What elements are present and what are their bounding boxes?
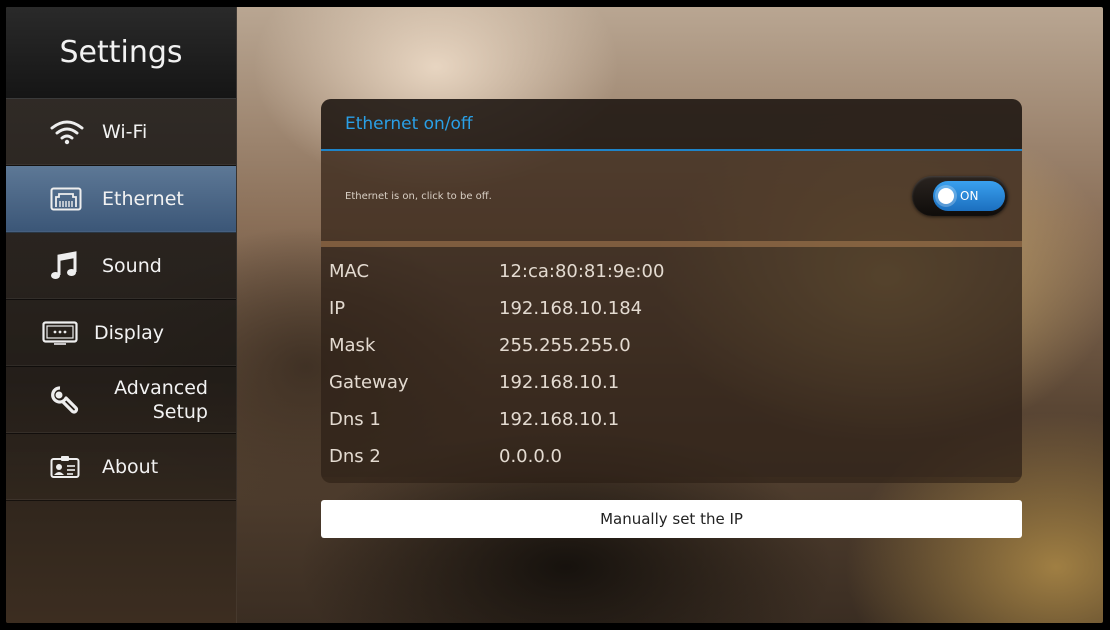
id-card-icon: [50, 453, 94, 481]
sidebar-item-label: Ethernet: [102, 188, 184, 210]
info-key: Dns 1: [329, 409, 381, 430]
sidebar-item-label-line1: Advanced: [114, 377, 208, 399]
info-value: 255.255.255.0: [499, 335, 631, 356]
panel-title: Ethernet on/off: [345, 114, 473, 134]
info-row-mac: MAC 12:ca:80:81:9e:00: [329, 253, 1022, 290]
sidebar-title: Settings: [59, 35, 183, 70]
sidebar-item-ethernet[interactable]: Ethernet: [6, 166, 236, 233]
sidebar-item-about[interactable]: About: [6, 434, 236, 501]
sidebar: Settings Wi-Fi Ethernet Sound Display Ad…: [6, 7, 237, 623]
sidebar-item-label-line2: Setup: [152, 401, 208, 423]
sidebar-item-wifi[interactable]: Wi-Fi: [6, 99, 236, 166]
sidebar-header: Settings: [6, 7, 236, 99]
info-key: MAC: [329, 261, 370, 282]
info-row-dns1: Dns 1 192.168.10.1: [329, 401, 1022, 438]
info-value: 0.0.0.0: [499, 446, 562, 467]
wifi-icon: [50, 118, 94, 146]
toggle-knob: ON: [933, 181, 1005, 211]
info-row-gateway: Gateway 192.168.10.1: [329, 364, 1022, 401]
sidebar-item-label: Sound: [102, 255, 162, 277]
info-key: Mask: [329, 335, 376, 356]
network-info-table: MAC 12:ca:80:81:9e:00 IP 192.168.10.184 …: [321, 247, 1022, 477]
toggle-state-label: ON: [960, 189, 979, 203]
sidebar-item-label: Wi-Fi: [102, 121, 148, 143]
info-row-mask: Mask 255.255.255.0: [329, 327, 1022, 364]
ethernet-icon: [50, 185, 94, 213]
sidebar-item-sound[interactable]: Sound: [6, 233, 236, 300]
wrench-icon: [50, 386, 94, 414]
toggle-dot: [938, 188, 954, 204]
screen: Settings Wi-Fi Ethernet Sound Display Ad…: [6, 7, 1103, 623]
info-row-ip: IP 192.168.10.184: [329, 290, 1022, 327]
ethernet-panel: Ethernet on/off Ethernet is on, click to…: [321, 99, 1022, 483]
sidebar-item-display[interactable]: Display: [6, 300, 236, 367]
ethernet-toggle-switch[interactable]: ON: [912, 176, 1008, 216]
panel-header: Ethernet on/off: [321, 99, 1022, 151]
manual-ip-button[interactable]: Manually set the IP: [321, 500, 1022, 538]
info-key: IP: [329, 298, 346, 319]
sidebar-item-label: Advanced Setup: [102, 376, 208, 424]
info-value: 192.168.10.1: [499, 372, 620, 393]
info-key: Dns 2: [329, 446, 381, 467]
sidebar-item-label: About: [102, 456, 159, 478]
toggle-description: Ethernet is on, click to be off.: [345, 190, 492, 202]
info-value: 192.168.10.184: [499, 298, 643, 319]
info-key: Gateway: [329, 372, 409, 393]
info-row-dns2: Dns 2 0.0.0.0: [329, 438, 1022, 475]
display-icon: [42, 319, 86, 347]
music-note-icon: [50, 251, 94, 280]
info-value: 192.168.10.1: [499, 409, 620, 430]
sidebar-item-label: Display: [94, 322, 165, 344]
info-value: 12:ca:80:81:9e:00: [499, 261, 665, 282]
sidebar-item-advanced-setup[interactable]: Advanced Setup: [6, 367, 236, 434]
ethernet-toggle-row[interactable]: Ethernet is on, click to be off. ON: [321, 151, 1022, 247]
